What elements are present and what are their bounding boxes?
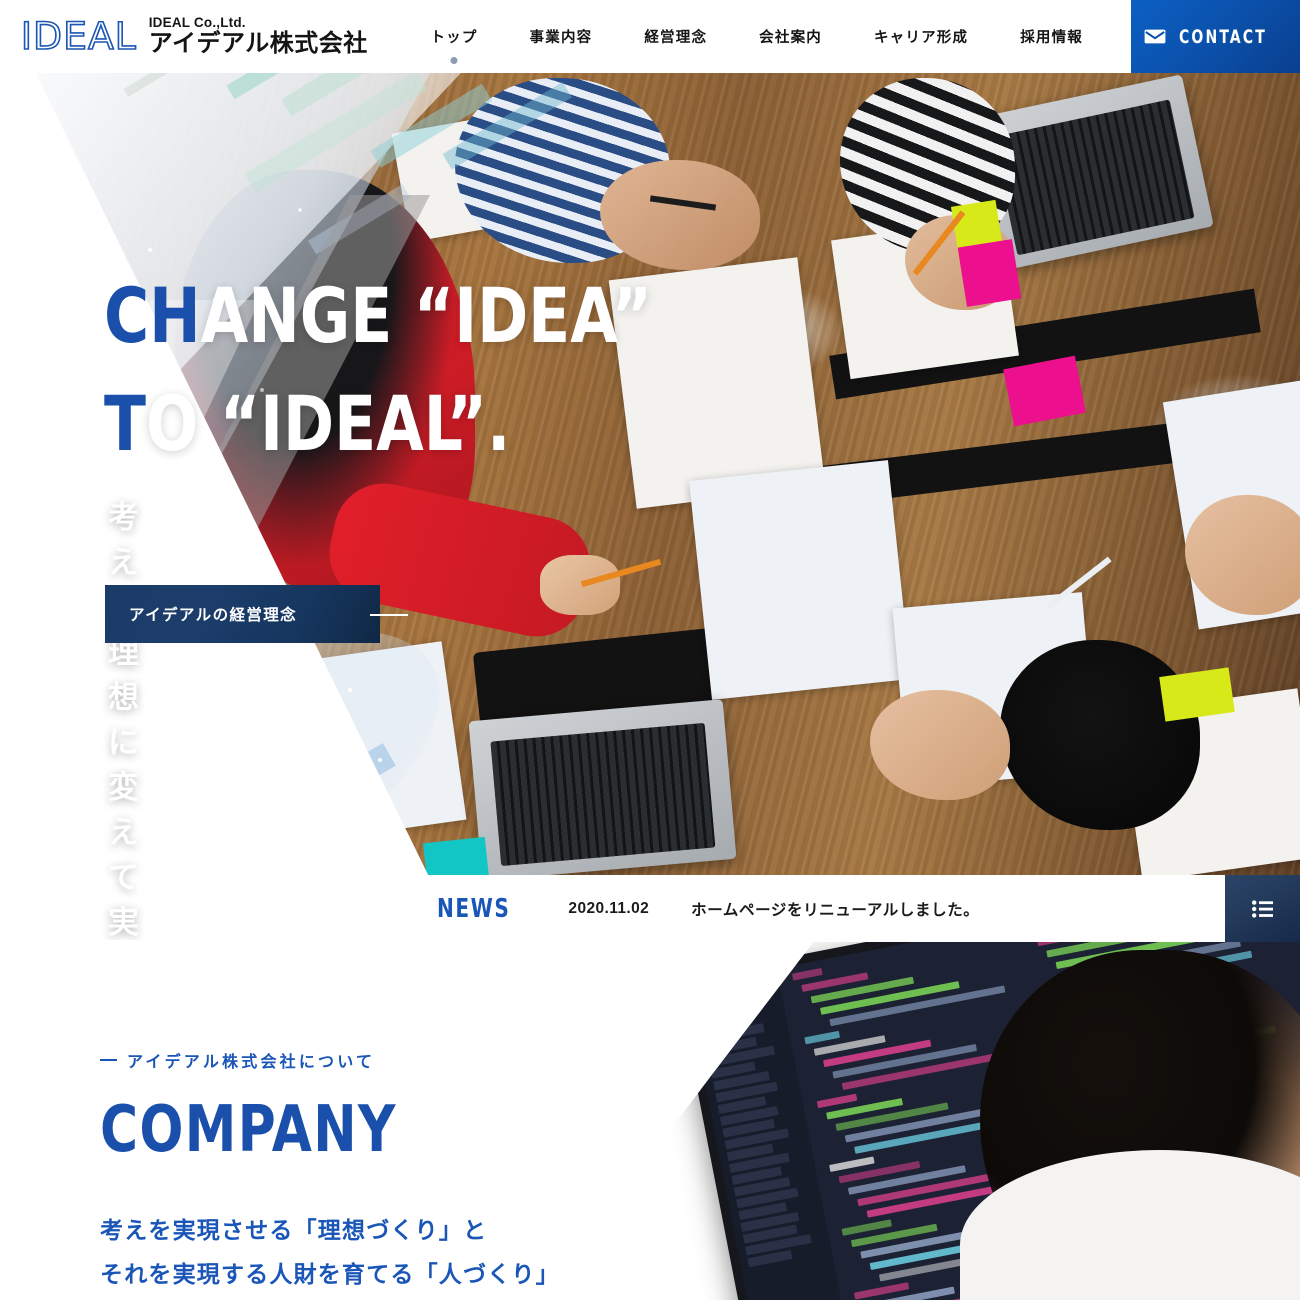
nav-active-dot-icon bbox=[450, 57, 458, 64]
company-lead-line1: 考えを実現させる「理想づくり」と bbox=[100, 1217, 488, 1243]
nav-label: 採用情報 bbox=[1020, 30, 1083, 46]
logo-text: IDEAL Co.,Ltd. アイデアル株式会社 bbox=[148, 15, 368, 58]
mail-icon bbox=[1144, 29, 1166, 44]
photo-sticky-note bbox=[957, 239, 1022, 307]
hero-section: CHANGE “IDEA” TO “IDEAL”. 考えを理想に変えて実現する … bbox=[0, 0, 1300, 940]
company-kicker-label: アイデアル株式会社について bbox=[127, 1054, 376, 1071]
contact-button[interactable]: CONTACT bbox=[1131, 0, 1300, 73]
photo-paper bbox=[689, 460, 911, 700]
company-lead: 考えを実現させる「理想づくり」と それを実現する人財を育てる「人づくり」 bbox=[100, 1208, 660, 1296]
photo-sticky-note bbox=[1159, 667, 1235, 722]
photo-person bbox=[1000, 640, 1200, 830]
logo-company-en: IDEAL Co.,Ltd. bbox=[148, 15, 246, 31]
hero-headline-l2-white: O “IDEAL”. bbox=[145, 378, 511, 468]
company-copy: アイデアル株式会社について COMPANY 考えを実現させる「理想づくり」と そ… bbox=[100, 1048, 660, 1300]
news-bar: NEWS 2020.11.02 ホームページをリニューアルしました。 bbox=[403, 875, 1300, 942]
nav-item-company[interactable]: 会社案内 bbox=[733, 26, 848, 47]
company-kicker: アイデアル株式会社について bbox=[100, 1048, 660, 1072]
hero-cta-button[interactable]: アイデアルの経営理念 bbox=[105, 585, 408, 643]
news-date: 2020.11.02 bbox=[568, 899, 650, 917]
nav-item-philosophy[interactable]: 経営理念 bbox=[618, 26, 733, 47]
main-navigation: トップ 事業内容 経営理念 会社案内 キャリア形成 採用情報 CONTACT bbox=[404, 0, 1300, 73]
photo-person-hands bbox=[870, 690, 1010, 800]
nav-item-business[interactable]: 事業内容 bbox=[504, 26, 619, 47]
nav-label: 会社案内 bbox=[759, 30, 822, 46]
nav-label: 経営理念 bbox=[644, 30, 708, 46]
hero-headline-l2-blue: T bbox=[104, 378, 146, 468]
dash-icon bbox=[100, 1058, 117, 1062]
photo-person-hands bbox=[600, 160, 760, 270]
brand-logo[interactable]: IDEAL IDEAL Co.,Ltd. アイデアル株式会社 bbox=[20, 14, 368, 58]
site-header: IDEAL IDEAL Co.,Ltd. アイデアル株式会社 トップ 事業内容 … bbox=[0, 0, 1300, 73]
list-icon bbox=[1251, 899, 1273, 918]
news-title: NEWS bbox=[437, 893, 511, 924]
logo-company-jp: アイデアル株式会社 bbox=[148, 30, 368, 58]
nav-item-career[interactable]: キャリア形成 bbox=[848, 26, 994, 47]
photo-person-hand bbox=[540, 555, 620, 615]
nav-label: キャリア形成 bbox=[873, 30, 969, 46]
company-lead-line2: それを実現する人財を育てる「人づくり」 bbox=[100, 1261, 560, 1288]
hero-subtitle: 考えを理想に変えて実現する bbox=[108, 500, 145, 940]
hero-headline-l1-blue: CH bbox=[104, 271, 201, 360]
company-title: COMPANY bbox=[100, 1093, 397, 1167]
photo-sticky-note bbox=[1003, 355, 1086, 427]
hero-headline-l1-white: ANGE “IDEA” bbox=[200, 271, 653, 360]
news-list-button[interactable] bbox=[1225, 875, 1300, 942]
hero-headline: CHANGE “IDEA” TO “IDEAL”. bbox=[104, 262, 652, 478]
nav-item-top[interactable]: トップ bbox=[404, 26, 503, 64]
nav-label: 事業内容 bbox=[529, 30, 593, 46]
hero-cta-label: アイデアルの経営理念 bbox=[129, 607, 298, 624]
contact-button-label: CONTACT bbox=[1179, 25, 1268, 48]
nav-label: トップ bbox=[430, 30, 478, 46]
company-section: アイデアル株式会社について COMPANY 考えを実現させる「理想づくり」と そ… bbox=[0, 940, 1300, 1300]
logo-mark-icon: IDEAL bbox=[20, 14, 137, 58]
photo-laptop bbox=[468, 699, 737, 881]
news-headline-link[interactable]: ホームページをリニューアルしました。 bbox=[691, 898, 979, 920]
arrow-line-icon bbox=[370, 614, 408, 616]
nav-item-recruit[interactable]: 採用情報 bbox=[994, 26, 1109, 47]
